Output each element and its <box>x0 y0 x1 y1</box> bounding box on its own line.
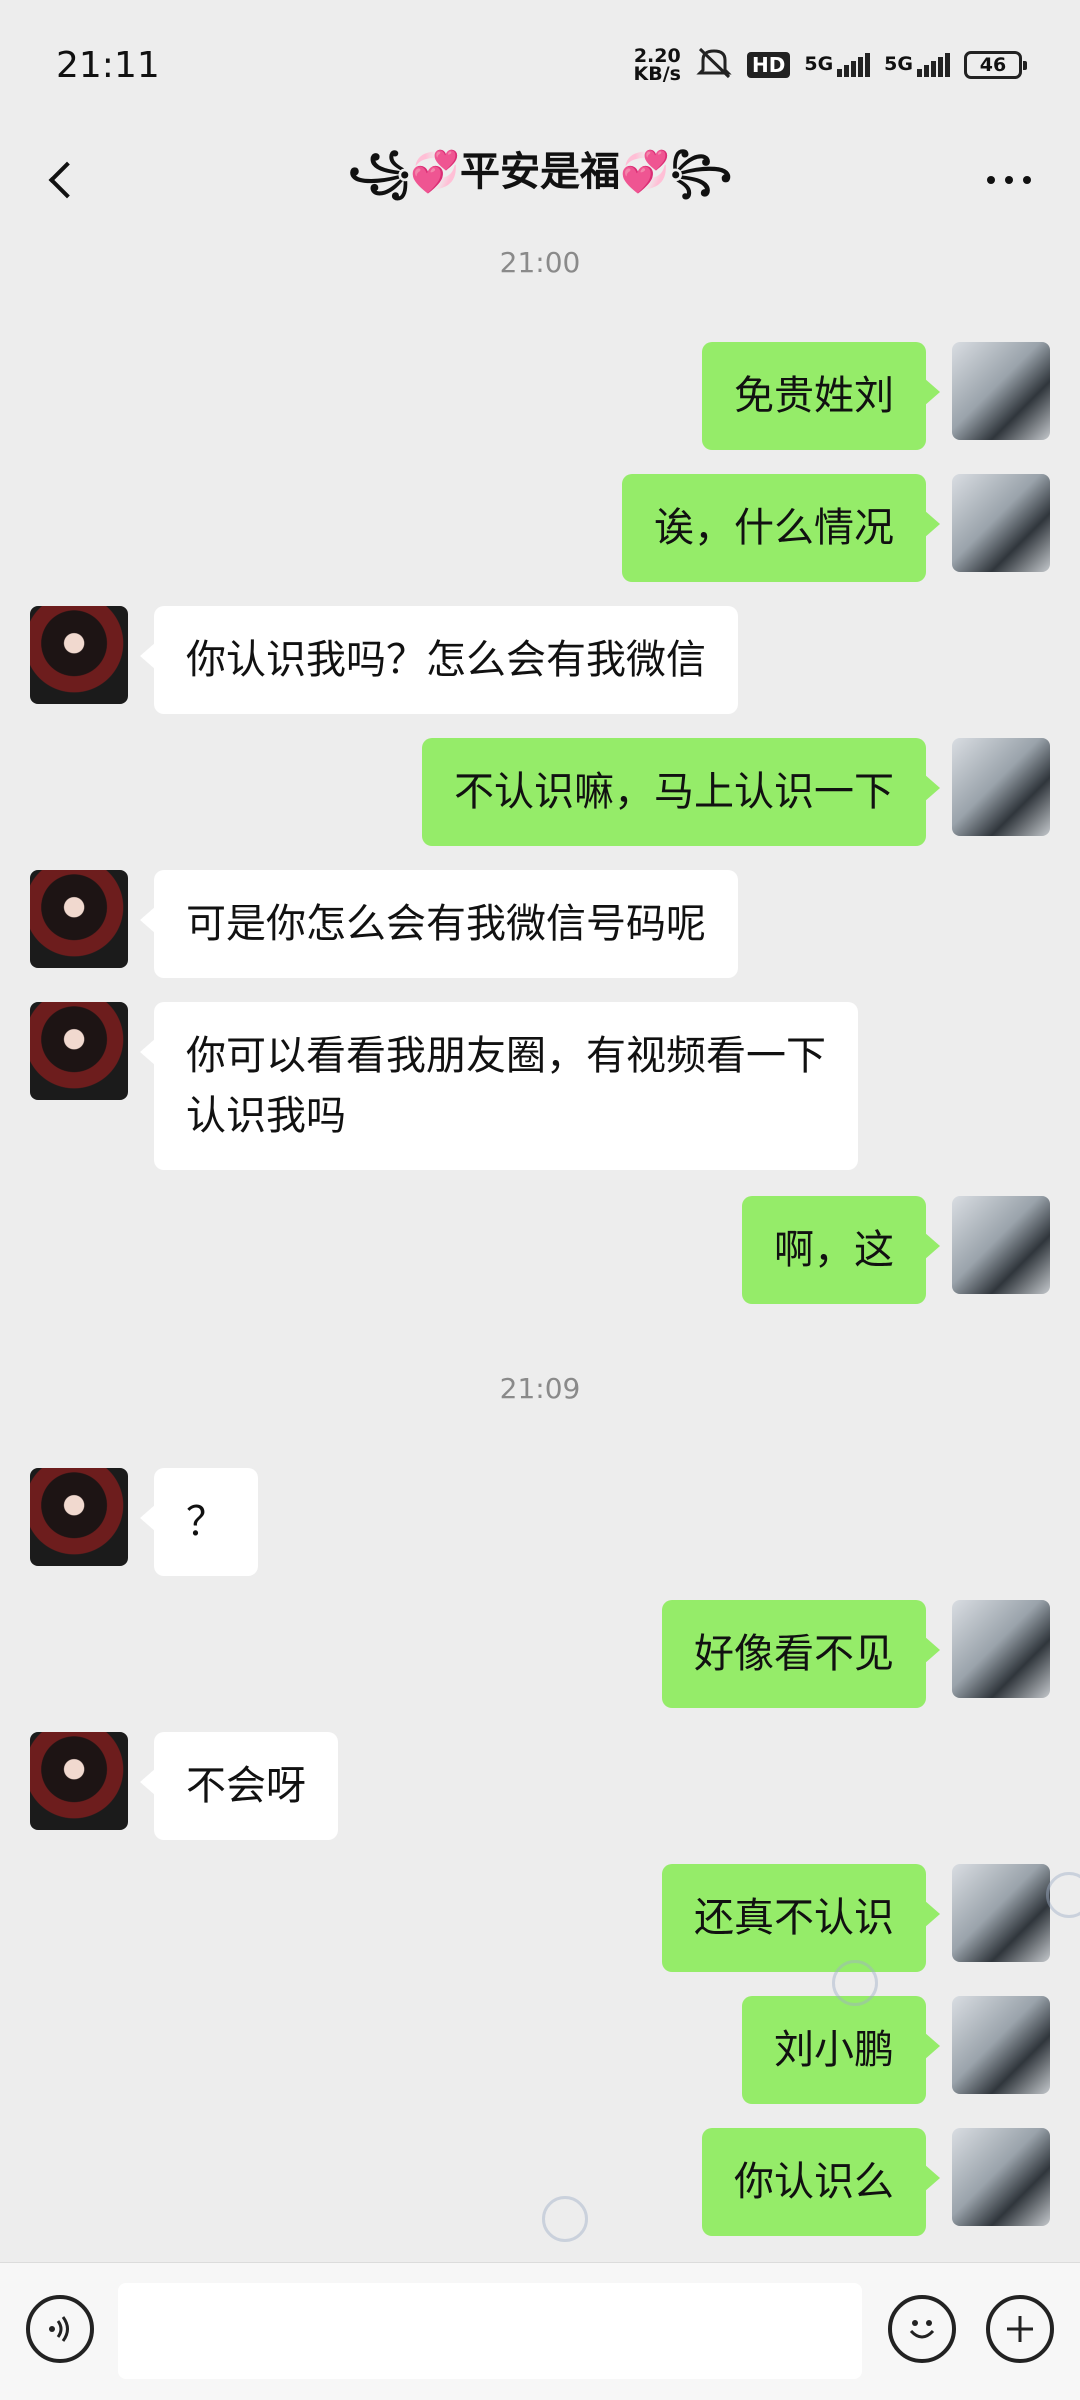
message-input[interactable] <box>118 2283 862 2379</box>
my-avatar[interactable] <box>952 1996 1050 2094</box>
contact-message-bubble[interactable]: 可是你怎么会有我微信号码呢 <box>140 870 738 978</box>
my-message-bubble[interactable]: 诶，什么情况 <box>622 474 940 582</box>
my-avatar[interactable] <box>952 2128 1050 2226</box>
contact-message-bubble[interactable]: 你可以看看我朋友圈，有视频看一下 认识我吗 <box>140 1002 858 1170</box>
touch-ring <box>832 1960 878 2006</box>
contact-avatar[interactable] <box>30 870 128 968</box>
status-time: 21:11 <box>56 44 160 86</box>
status-icons: 2.20 KB/s HD 5G 5G 46 <box>633 46 1027 85</box>
my-message-bubble[interactable]: 啊，这 <box>742 1196 940 1304</box>
contact-avatar[interactable] <box>30 606 128 704</box>
my-avatar[interactable] <box>952 474 1050 572</box>
signal-label-1: 5G <box>804 53 834 75</box>
contact-message-bubble[interactable]: 你认识我吗？怎么会有我微信 <box>140 606 738 714</box>
hd-badge: HD <box>747 52 791 78</box>
network-speed: 2.20 KB/s <box>633 47 681 85</box>
input-bar <box>0 2262 1080 2400</box>
signal-icon-1: 5G <box>804 53 871 77</box>
my-avatar[interactable] <box>952 342 1050 440</box>
mute-icon <box>695 46 733 85</box>
contact-message-bubble[interactable]: 不会呀 <box>140 1732 338 1840</box>
chat-title: ꧁💞平安是福💞꧂ <box>347 148 733 195</box>
contact-avatar[interactable] <box>30 1732 128 1830</box>
contact-avatar[interactable] <box>30 1468 128 1566</box>
my-message-bubble[interactable]: 刘小鹏 <box>742 1996 940 2104</box>
emoji-icon[interactable] <box>888 2295 956 2363</box>
plus-icon[interactable] <box>986 2295 1054 2363</box>
contact-message-bubble[interactable]: ？ <box>140 1468 258 1576</box>
my-message-bubble[interactable]: 免贵姓刘 <box>702 342 940 450</box>
time-separator: 21:00 <box>499 246 581 279</box>
touch-ring <box>1046 1872 1080 1918</box>
time-separator: 21:09 <box>499 1372 581 1405</box>
chat-header: ꧁💞平安是福💞꧂ <box>0 130 1080 230</box>
my-avatar[interactable] <box>952 1864 1050 1962</box>
my-message-bubble[interactable]: 好像看不见 <box>662 1600 940 1708</box>
network-speed-unit: KB/s <box>633 63 681 85</box>
signal-icon-2: 5G <box>884 53 950 77</box>
signal-label-2: 5G <box>884 53 913 75</box>
my-message-bubble[interactable]: 你认识么 <box>702 2128 940 2236</box>
my-message-bubble[interactable]: 还真不认识 <box>662 1864 940 1972</box>
my-avatar[interactable] <box>952 1196 1050 1294</box>
battery-icon: 46 <box>964 51 1027 79</box>
my-avatar[interactable] <box>952 738 1050 836</box>
my-message-bubble[interactable]: 不认识嘛，马上认识一下 <box>422 738 940 846</box>
touch-ring <box>542 2196 588 2242</box>
more-dots-icon[interactable] <box>974 150 1044 210</box>
contact-avatar[interactable] <box>30 1002 128 1100</box>
my-avatar[interactable] <box>952 1600 1050 1698</box>
status-bar: 21:11 2.20 KB/s HD 5G 5G 46 <box>0 0 1080 130</box>
voice-icon[interactable] <box>26 2295 94 2363</box>
